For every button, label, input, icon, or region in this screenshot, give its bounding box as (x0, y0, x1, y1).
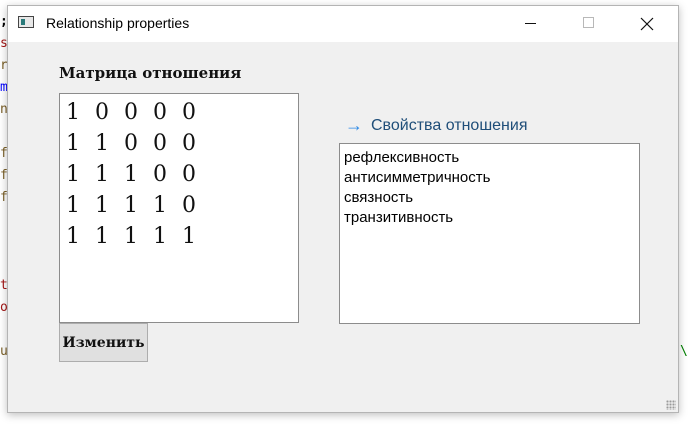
editor-fragment: \ (680, 344, 688, 359)
matrix-cell: 0 (182, 100, 196, 125)
list-item: связность (344, 189, 414, 206)
matrix-row: 1 1 1 0 0 (66, 160, 211, 190)
matrix-cell: 1 (66, 131, 80, 156)
maximize-button[interactable] (566, 6, 612, 42)
matrix-cell: 1 (66, 100, 80, 125)
matrix-cell: 1 (95, 224, 109, 249)
matrix-cell: 0 (153, 162, 167, 187)
properties-header-label: Свойства отношения (371, 116, 528, 134)
matrix-editor[interactable]: 1 0 0 0 0 1 1 0 0 0 1 1 1 0 0 1 1 1 1 0 (59, 93, 299, 323)
matrix-cell: 1 (66, 162, 80, 187)
list-item: рефлексивность (344, 149, 460, 166)
matrix-cell: 1 (124, 162, 138, 187)
matrix-row: 1 1 1 1 1 (66, 222, 211, 252)
matrix-row: 1 1 0 0 0 (66, 129, 211, 159)
close-button[interactable] (624, 6, 670, 42)
resize-grip[interactable] (666, 400, 676, 410)
matrix-cell: 1 (124, 224, 138, 249)
matrix-cell: 1 (66, 224, 80, 249)
matrix-cell: 1 (95, 193, 109, 218)
matrix-cell: 1 (153, 193, 167, 218)
change-button[interactable]: Изменить (59, 323, 148, 362)
matrix-label: Матрица отношения (59, 64, 242, 82)
properties-header: → Свойства отношения (345, 115, 527, 136)
matrix-cell: 0 (124, 131, 138, 156)
close-icon (640, 17, 654, 31)
matrix-cell: 1 (124, 193, 138, 218)
app-icon (18, 16, 34, 28)
matrix-cell: 0 (153, 100, 167, 125)
matrix-cell: 0 (124, 100, 138, 125)
maximize-icon (583, 17, 594, 28)
title-bar[interactable]: Relationship properties (8, 6, 678, 42)
list-item: транзитивность (344, 209, 454, 226)
properties-list[interactable]: рефлексивность антисимметричность связно… (339, 143, 640, 324)
minimize-button[interactable] (508, 6, 554, 42)
matrix-row: 1 0 0 0 0 (66, 98, 211, 128)
matrix-cell: 1 (66, 193, 80, 218)
matrix-cell: 1 (95, 131, 109, 156)
matrix-cell: 0 (182, 131, 196, 156)
matrix-cell: 1 (182, 224, 196, 249)
matrix-row: 1 1 1 1 0 (66, 191, 211, 221)
window-title: Relationship properties (46, 15, 190, 31)
arrow-right-icon: → (345, 115, 363, 135)
matrix-cell: 0 (95, 100, 109, 125)
matrix-cell: 0 (182, 162, 196, 187)
minimize-icon (525, 23, 536, 24)
matrix-cell: 0 (153, 131, 167, 156)
matrix-cell: 0 (182, 193, 196, 218)
relationship-properties-window: Relationship properties Матрица отношени… (7, 5, 679, 413)
matrix-cell: 1 (95, 162, 109, 187)
list-item: антисимметричность (344, 169, 491, 186)
matrix-cell: 1 (153, 224, 167, 249)
